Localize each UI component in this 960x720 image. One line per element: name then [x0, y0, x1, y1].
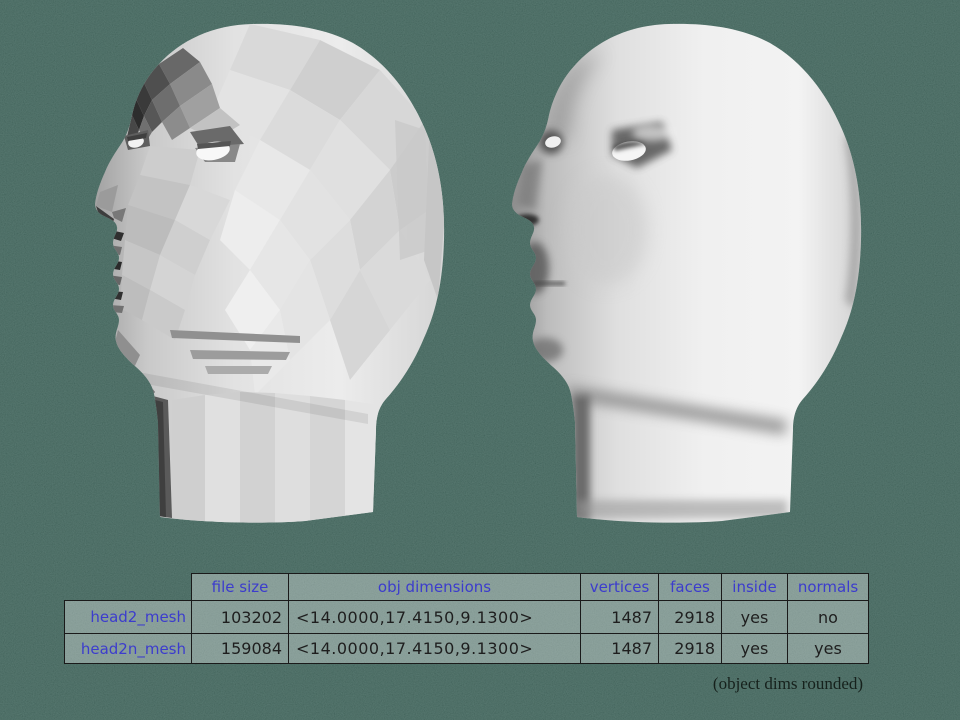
- col-header-file-size: file size: [192, 574, 289, 601]
- mesh-comparison-table: file size obj dimensions vertices faces …: [64, 573, 869, 664]
- cell-faces: 2918: [659, 634, 722, 664]
- cell-normals: no: [788, 601, 869, 634]
- cell-faces: 2918: [659, 601, 722, 634]
- cell-file-size: 103202: [192, 601, 289, 634]
- table-corner-blank: [65, 574, 192, 601]
- cell-file-size: 159084: [192, 634, 289, 664]
- cell-obj-dimensions: <14.0000,17.4150,9.1300>: [289, 601, 581, 634]
- smooth-shaded-head-image: [512, 24, 861, 523]
- cell-inside: yes: [722, 634, 788, 664]
- cell-inside: yes: [722, 601, 788, 634]
- caption: (object dims rounded): [668, 674, 908, 694]
- flat-shaded-head-image: [95, 24, 446, 523]
- table-row: head2n_mesh 159084 <14.0000,17.4150,9.13…: [65, 634, 869, 664]
- row-label: head2n_mesh: [65, 634, 192, 664]
- col-header-vertices: vertices: [581, 574, 659, 601]
- table-header-row: file size obj dimensions vertices faces …: [65, 574, 869, 601]
- col-header-obj-dimensions: obj dimensions: [289, 574, 581, 601]
- col-header-inside: inside: [722, 574, 788, 601]
- cell-obj-dimensions: <14.0000,17.4150,9.1300>: [289, 634, 581, 664]
- head-renders: [0, 0, 960, 565]
- cell-normals: yes: [788, 634, 869, 664]
- cell-vertices: 1487: [581, 634, 659, 664]
- table-row: head2_mesh 103202 <14.0000,17.4150,9.130…: [65, 601, 869, 634]
- rendered-scene: file size obj dimensions vertices faces …: [0, 0, 960, 720]
- col-header-faces: faces: [659, 574, 722, 601]
- row-label: head2_mesh: [65, 601, 192, 634]
- cell-vertices: 1487: [581, 601, 659, 634]
- col-header-normals: normals: [788, 574, 869, 601]
